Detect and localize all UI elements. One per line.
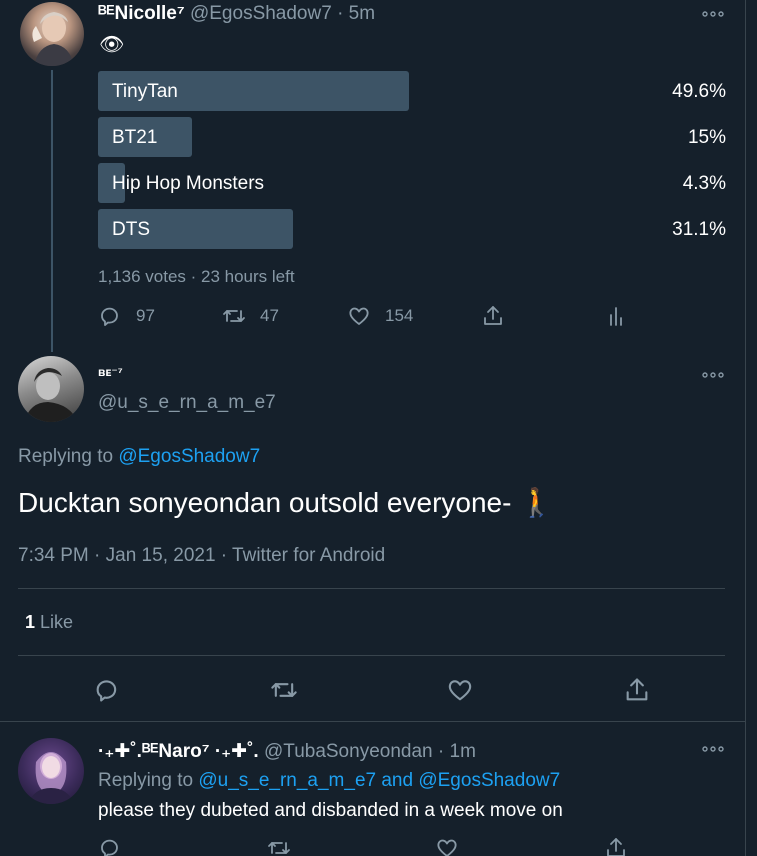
poll-option: TinyTan 49.6% [98,71,728,111]
avatar[interactable] [18,738,84,804]
like-button[interactable] [435,836,459,856]
avatar-portrait-icon [24,368,78,422]
replying-to: Replying to @EgosShadow7 [18,446,260,468]
retweet-icon [223,310,245,322]
analytics-button[interactable] [604,304,628,328]
likes-summary[interactable]: 1 Like [25,612,73,633]
mention-link[interactable]: @EgosShadow7 [118,446,260,467]
reply-icon [101,307,118,326]
like-button[interactable] [446,676,474,704]
share-icon [626,678,648,701]
reply-icon [101,839,118,856]
share-button[interactable] [481,304,505,328]
retweet-count: 47 [260,306,279,325]
tweet-text: Ducktan sonyeondan outsold everyone- 🚶 [18,487,555,518]
divider [18,655,725,656]
thread-connector-line [51,70,53,352]
heart-icon [448,680,472,701]
likes-label: Like [40,612,74,632]
poll-option-label: TinyTan [112,81,178,102]
heart-icon [437,839,457,856]
reply-button[interactable] [98,836,122,856]
handle[interactable]: @EgosShadow7 [190,3,332,24]
tweet-meta: 7:34 PM · Jan 15, 2021 · Twitter for And… [18,545,386,566]
poll-meta: 1,136 votes · 23 hours left [98,267,295,286]
heart-icon [349,307,369,325]
more-options-icon[interactable] [699,741,727,757]
poll-option: BT21 15% [98,117,728,157]
share-icon [607,838,625,856]
tweet-emoji: 👁 [99,34,125,56]
timestamp[interactable]: · 1m [438,741,476,762]
timestamp[interactable]: · 5m [337,3,375,24]
reply-button[interactable]: 97 [98,304,155,328]
avatar[interactable] [18,356,84,422]
tweet-header: ·₊✚˚.ᴮᴱNaro⁷ ·₊✚˚. @TubaSonyeondan · 1m [98,740,476,763]
retweet-icon [268,842,290,854]
reply-count: 97 [136,306,155,325]
handle[interactable]: @TubaSonyeondan [264,741,433,762]
column-border [745,0,746,856]
retweet-button[interactable] [267,836,291,856]
mention-link[interactable]: @u_s_e_rn_a_m_e7 and @EgosShadow7 [198,770,560,791]
avatar[interactable] [20,2,84,66]
reply-button[interactable] [93,676,121,704]
retweet-button[interactable] [270,676,298,704]
poll-option-label: BT21 [112,127,158,148]
display-name[interactable]: ·₊✚˚.ᴮᴱNaro⁷ ·₊✚˚. [98,741,259,762]
poll-option-percent: 49.6% [672,81,726,102]
replying-to: Replying to @u_s_e_rn_a_m_e7 and @EgosSh… [98,770,560,792]
avatar-portrait-icon [28,752,74,804]
share-button[interactable] [623,676,651,704]
handle[interactable]: @u_s_e_rn_a_m_e7 [98,392,276,414]
like-button[interactable]: 154 [347,304,413,328]
divider [18,588,725,589]
replying-to-prefix: Replying to [98,770,199,791]
poll-option-percent: 15% [687,127,726,148]
display-name[interactable]: ʙᴇ⁻⁷ [98,365,123,379]
tweet-header: ᴮᴱNicolle⁷ @EgosShadow7 · 5m [98,3,375,25]
retweet-button[interactable]: 47 [222,304,279,328]
likes-count: 1 [25,612,36,632]
more-options-icon[interactable] [699,367,727,383]
poll-option-label: DTS [112,219,150,240]
avatar-portrait-icon [32,12,74,66]
poll-option: Hip Hop Monsters 4.3% [98,163,728,203]
display-name[interactable]: ᴮᴱNicolle⁷ [98,3,185,24]
retweet-icon [271,683,297,697]
share-button[interactable] [604,836,628,856]
replying-to-prefix: Replying to [18,446,119,467]
more-options-icon[interactable] [699,6,727,22]
poll-option: DTS 31.1% [98,209,728,249]
like-count: 154 [385,306,414,325]
poll-option-percent: 31.1% [672,219,726,240]
poll-option-percent: 4.3% [682,173,726,194]
divider [0,721,745,722]
analytics-icon [610,307,622,326]
reply-icon [96,680,117,702]
share-icon [484,306,502,325]
tweet-text: please they dubeted and disbanded in a w… [98,800,563,821]
poll-option-label: Hip Hop Monsters [112,173,265,194]
